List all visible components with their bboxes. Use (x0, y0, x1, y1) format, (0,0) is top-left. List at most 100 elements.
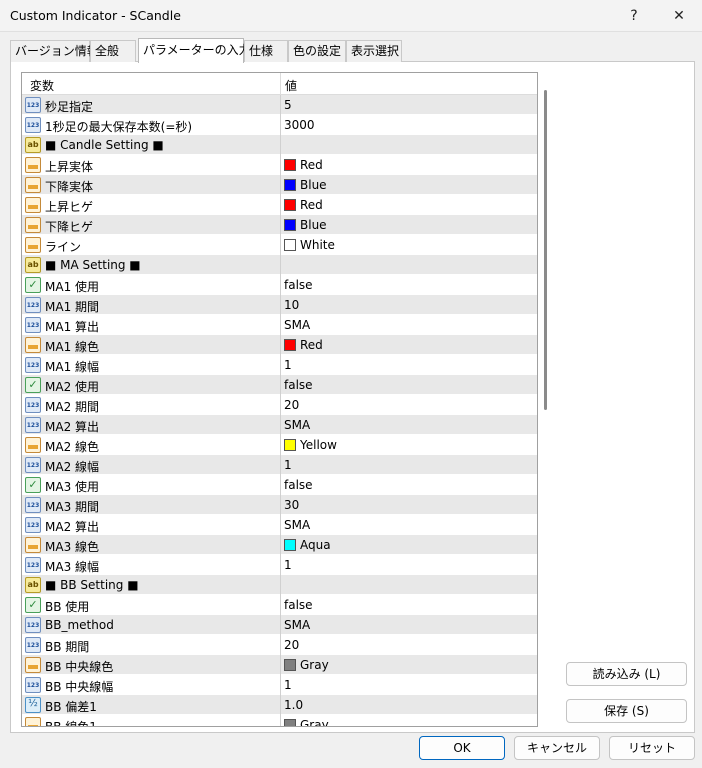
header-divider[interactable] (280, 73, 281, 95)
param-name: BB 中央線色 (45, 660, 114, 674)
cancel-button[interactable]: キャンセル (514, 736, 600, 760)
integer-icon (25, 677, 41, 693)
color-swatch[interactable] (284, 719, 296, 726)
param-value[interactable]: Blue (300, 178, 327, 192)
param-value[interactable]: 1 (284, 458, 292, 472)
table-row[interactable]: MA3 使用 false (22, 475, 537, 495)
help-icon[interactable]: ? (611, 0, 657, 32)
table-row[interactable]: ■ MA Setting ■ (22, 255, 537, 275)
table-row[interactable]: 1秒足の最大保存本数(=秒) 3000 (22, 115, 537, 135)
color-swatch[interactable] (284, 179, 296, 191)
color-swatch[interactable] (284, 239, 296, 251)
tab-display[interactable]: 表示選択 (346, 40, 402, 62)
table-row[interactable]: 下降実体 Blue (22, 175, 537, 195)
save-button[interactable]: 保存 (S) (566, 699, 687, 723)
param-value[interactable]: Red (300, 338, 323, 352)
table-row[interactable]: BB 使用 false (22, 595, 537, 615)
param-value[interactable]: 1 (284, 678, 292, 692)
param-value[interactable]: SMA (284, 518, 310, 532)
table-row[interactable]: BB 線色1 Gray (22, 715, 537, 727)
color-icon (25, 177, 41, 193)
table-row[interactable]: 上昇ヒゲ Red (22, 195, 537, 215)
vertical-scrollbar[interactable] (542, 72, 550, 727)
header-value[interactable]: 値 (285, 77, 297, 94)
table-row[interactable]: MA3 線幅 1 (22, 555, 537, 575)
param-value[interactable]: 1 (284, 558, 292, 572)
param-value[interactable]: false (284, 378, 313, 392)
integer-icon (25, 497, 41, 513)
color-swatch[interactable] (284, 159, 296, 171)
table-row[interactable]: MA1 使用 false (22, 275, 537, 295)
param-value[interactable]: false (284, 278, 313, 292)
param-value[interactable]: 1 (284, 358, 292, 372)
table-row[interactable]: MA3 線色 Aqua (22, 535, 537, 555)
tab-colors[interactable]: 色の設定 (288, 40, 346, 62)
param-value[interactable]: Gray (300, 718, 329, 726)
param-value[interactable]: Aqua (300, 538, 331, 552)
color-swatch[interactable] (284, 539, 296, 551)
header-variable[interactable]: 変数 (30, 77, 54, 94)
table-row[interactable]: MA2 線幅 1 (22, 455, 537, 475)
table-row[interactable]: 秒足指定 5 (22, 95, 537, 115)
table-row[interactable]: BB 偏差1 1.0 (22, 695, 537, 715)
table-row[interactable]: MA1 期間 10 (22, 295, 537, 315)
param-value[interactable]: false (284, 598, 313, 612)
param-value[interactable]: false (284, 478, 313, 492)
column-divider (280, 195, 281, 215)
param-value[interactable]: 30 (284, 498, 299, 512)
param-value[interactable]: Gray (300, 658, 329, 672)
param-value[interactable]: White (300, 238, 335, 252)
table-row[interactable]: BB 期間 20 (22, 635, 537, 655)
param-value[interactable]: 3000 (284, 118, 315, 132)
table-row[interactable]: MA3 期間 30 (22, 495, 537, 515)
table-row[interactable]: MA2 線色 Yellow (22, 435, 537, 455)
tab-spec[interactable]: 仕様 (244, 40, 288, 62)
table-row[interactable]: 上昇実体 Red (22, 155, 537, 175)
table-row[interactable]: 下降ヒゲ Blue (22, 215, 537, 235)
param-value[interactable]: SMA (284, 618, 310, 632)
param-name: BB 期間 (45, 640, 90, 654)
param-value[interactable]: Yellow (300, 438, 337, 452)
param-value[interactable]: Red (300, 198, 323, 212)
color-swatch[interactable] (284, 199, 296, 211)
color-swatch[interactable] (284, 439, 296, 451)
ok-button[interactable]: OK (419, 736, 505, 760)
table-row[interactable]: MA2 算出 SMA (22, 515, 537, 535)
color-swatch[interactable] (284, 339, 296, 351)
table-row[interactable]: BB 中央線色 Gray (22, 655, 537, 675)
param-name: ■ Candle Setting ■ (45, 138, 164, 152)
param-value[interactable]: 1.0 (284, 698, 303, 712)
reset-button[interactable]: リセット (609, 736, 695, 760)
table-row[interactable]: MA1 算出 SMA (22, 315, 537, 335)
table-row[interactable]: ■ Candle Setting ■ (22, 135, 537, 155)
parameter-grid[interactable]: 変数 値 秒足指定 5 1秒足の最大保存本数(=秒) 3000 ■ Candle Set… (21, 72, 538, 727)
load-button[interactable]: 読み込み (L) (566, 662, 687, 686)
color-swatch[interactable] (284, 659, 296, 671)
close-icon[interactable]: ✕ (656, 0, 702, 32)
integer-icon (25, 397, 41, 413)
param-value[interactable]: Blue (300, 218, 327, 232)
tab-parameters[interactable]: パラメーターの入力 (138, 38, 251, 63)
table-row[interactable]: MA1 線色 Red (22, 335, 537, 355)
param-value[interactable]: 20 (284, 398, 299, 412)
table-row[interactable]: MA1 線幅 1 (22, 355, 537, 375)
table-row[interactable]: MA2 算出 SMA (22, 415, 537, 435)
table-row[interactable]: BB_method SMA (22, 615, 537, 635)
param-value[interactable]: 20 (284, 638, 299, 652)
scrollbar-thumb[interactable] (544, 90, 547, 410)
color-swatch[interactable] (284, 219, 296, 231)
param-value[interactable]: Red (300, 158, 323, 172)
tab-version-info[interactable]: バージョン情報 (10, 40, 99, 62)
column-divider (280, 675, 281, 695)
tab-general[interactable]: 全般 (90, 40, 136, 62)
table-row[interactable]: ライン White (22, 235, 537, 255)
table-row[interactable]: MA2 使用 false (22, 375, 537, 395)
param-value[interactable]: SMA (284, 318, 310, 332)
param-value[interactable]: SMA (284, 418, 310, 432)
param-value[interactable]: 10 (284, 298, 299, 312)
table-row[interactable]: ■ BB Setting ■ (22, 575, 537, 595)
param-value[interactable]: 5 (284, 98, 292, 112)
table-row[interactable]: BB 中央線幅 1 (22, 675, 537, 695)
table-row[interactable]: MA2 期間 20 (22, 395, 537, 415)
param-name: BB 線色1 (45, 720, 97, 727)
